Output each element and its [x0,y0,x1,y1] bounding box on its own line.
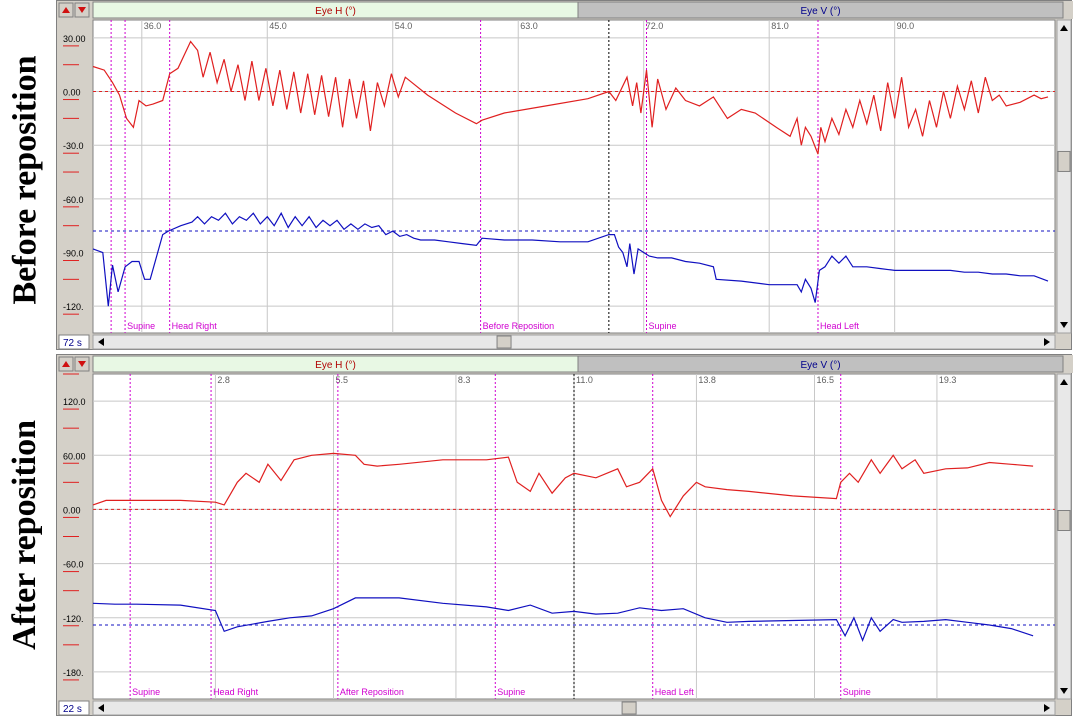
before-reposition-panel: Eye H (°) Eye V (°) 30.00 0.00 -30.0 -60.0 -90… [56,0,1073,350]
scrollbar-thumb[interactable] [1057,150,1071,172]
x-tick-label: 36.0 [144,21,162,31]
tab-eye-v[interactable]: Eye V (°) [577,355,1064,373]
y-tick-label: 0.00 [63,88,81,98]
plot-svg: Eye H (°) Eye V (°) 30.00 0.00 -30.0 -60.0 -90… [57,1,1073,350]
plot-svg: Eye H (°) Eye V (°) 120.0 60.00 0.00 -60.0 -12… [57,355,1073,716]
event-label: Supine [648,321,676,331]
y-axis-strip [57,20,91,333]
horizontal-scrollbar[interactable] [92,700,1056,716]
expand-arrow-button[interactable] [74,356,90,372]
x-tick-label: 16.5 [817,375,835,385]
x-tick-label: 19.3 [939,375,957,385]
y-tick-label: 60.00 [63,451,86,461]
scrollbar-track [1056,373,1072,700]
event-label: Head Left [820,321,860,331]
event-label: Supine [843,687,871,697]
scrollbar-track [92,334,1056,350]
y-tick-label: -120. [63,614,84,624]
collapse-arrow-button[interactable] [58,2,74,18]
event-label: Supine [497,687,525,697]
event-label: Head Right [172,321,218,331]
x-tick-label: 90.0 [897,21,915,31]
after-reposition-panel: Eye H (°) Eye V (°) 120.0 60.00 0.00 -60.0 -12… [56,354,1073,716]
event-label: Head Right [213,687,259,697]
tab-label: Eye H (°) [315,360,356,371]
scrollbar-thumb[interactable] [1057,510,1071,531]
event-label: Before Reposition [483,321,555,331]
y-tick-label: -120. [63,302,84,312]
tab-label: Eye H (°) [315,6,356,17]
time-badge-label: 72 s [63,338,82,349]
x-tick-label: 45.0 [269,21,287,31]
event-label: Supine [132,687,160,697]
scrollbar-thumb[interactable] [621,701,637,715]
tab-label: Eye V (°) [800,6,840,17]
scrollbar-thumb[interactable] [496,335,512,349]
x-tick-label: 11.0 [576,375,593,385]
x-tick-label: 13.8 [698,375,716,385]
expand-arrow-button[interactable] [74,2,90,18]
event-label: Supine [127,321,155,331]
tab-eye-v[interactable]: Eye V (°) [577,1,1064,19]
y-tick-label: -60.0 [63,195,84,205]
y-tick-label: 120.0 [63,397,86,407]
x-tick-label: 54.0 [395,21,413,31]
x-tick-label: 8.3 [458,375,471,385]
y-tick-label: -30.0 [63,141,84,151]
x-tick-label: 72.0 [646,21,664,31]
after-side-label: After reposition [0,360,50,710]
time-badge-label: 22 s [63,704,82,715]
x-tick-label: 81.0 [771,21,789,31]
scrollbar-track [1056,19,1072,334]
y-tick-label: -180. [63,668,84,678]
y-tick-label: -90.0 [63,249,84,259]
vertical-scrollbar[interactable] [1056,373,1072,700]
x-tick-label: 63.0 [520,21,538,31]
tab-eye-h[interactable]: Eye H (°) [92,1,579,19]
y-tick-label: -60.0 [63,560,84,570]
tab-label: Eye V (°) [800,360,840,371]
y-tick-label: 0.00 [63,505,81,515]
horizontal-scrollbar[interactable] [92,334,1056,350]
event-label: Head Left [655,687,695,697]
before-side-label: Before reposition [0,10,50,350]
collapse-arrow-button[interactable] [58,356,74,372]
y-tick-label: 30.00 [63,34,86,44]
x-tick-label: 2.8 [217,375,230,385]
event-label: After Reposition [340,687,404,697]
side-label-text: After reposition [6,419,44,651]
side-label-text: Before reposition [6,55,43,305]
vertical-scrollbar[interactable] [1056,19,1072,334]
tab-eye-h[interactable]: Eye H (°) [92,355,579,373]
scrollbar-track [92,700,1056,716]
